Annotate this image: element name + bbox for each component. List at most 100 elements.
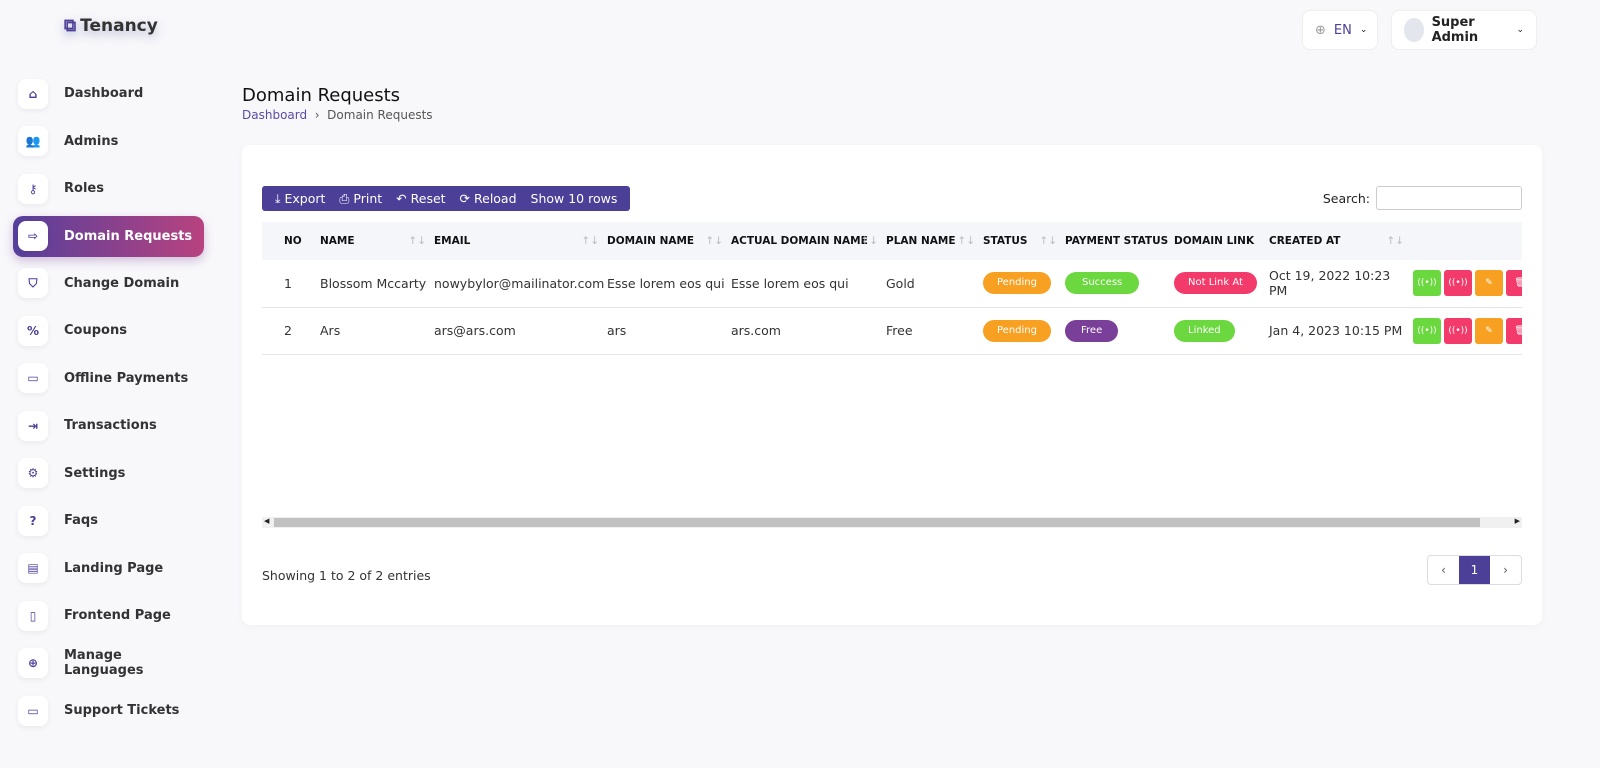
page-1-button[interactable]: 1 [1459, 556, 1490, 584]
domain-link-badge: Linked [1174, 319, 1235, 342]
status-badge: Pending [983, 272, 1051, 295]
sidebar-item-domain-requests[interactable]: ⇨ Domain Requests [13, 215, 204, 257]
home-icon: ⌂ [18, 78, 48, 109]
table-row: 1 Blossom Mccarty nowybylor@mailinator.c… [262, 260, 1522, 308]
export-button[interactable]: ⤓ Export [268, 191, 332, 207]
cell-domain: ars [607, 307, 731, 355]
credit-card-icon: ▭ [18, 363, 48, 394]
sidebar-item-label: Transactions [64, 418, 157, 434]
column-header[interactable]: PLAN NAME ↑↓ [886, 222, 983, 260]
connect-button[interactable]: ((•)) [1413, 270, 1441, 297]
sidebar-item-label: Settings [64, 465, 126, 481]
disconnect-button[interactable]: ((•)) [1444, 270, 1472, 297]
column-header[interactable]: ACTUAL DOMAIN NAME ↑↓ [731, 222, 886, 260]
search: Search: [1323, 186, 1522, 210]
sidebar-item-transactions[interactable]: ⇥ Transactions [13, 402, 204, 450]
column-header[interactable]: ACTION [1412, 222, 1522, 260]
sidebar-item-label: Manage Languages [64, 648, 144, 679]
column-header[interactable]: DOMAIN LINK [1174, 222, 1269, 260]
sidebar-item-label: Faqs [64, 513, 98, 529]
sidebar-item-dashboard[interactable]: ⌂ Dashboard [13, 70, 204, 118]
globe-icon: ⊕ [1315, 22, 1326, 38]
column-header[interactable]: CREATED AT ↑↓ [1269, 222, 1412, 260]
language-selector[interactable]: ⊕ EN ⌄ [1302, 10, 1378, 50]
sidebar-item-label: Landing Page [64, 560, 164, 576]
cell-plan: Free [886, 307, 983, 355]
horizontal-scrollbar[interactable]: ◀ ▶ [262, 517, 1522, 528]
connect-button[interactable]: ((•)) [1413, 317, 1441, 344]
cell-created-at: Oct 19, 2022 10:23 PM [1269, 260, 1412, 308]
sidebar-item-frontend-page[interactable]: ▯ Frontend Page [13, 592, 204, 640]
cell-actual-domain: Esse lorem eos qui [731, 260, 886, 308]
search-input[interactable] [1376, 186, 1522, 210]
reset-button[interactable]: ↶ Reset [389, 191, 452, 206]
sidebar-item-admins[interactable]: 👥 Admins [13, 118, 204, 166]
cell-name: Blossom Mccarty [320, 260, 434, 308]
chevron-down-icon: ⌄ [1516, 25, 1524, 35]
sidebar-item-roles[interactable]: ⚷ Roles [13, 165, 204, 213]
question-icon: ? [18, 505, 48, 536]
sidebar-item-settings[interactable]: ⚙ Settings [13, 450, 204, 498]
sidebar-item-faqs[interactable]: ? Faqs [13, 497, 204, 545]
table-row: 2 Ars ars@ars.com ars ars.com Free Pendi… [262, 307, 1522, 355]
sidebar-item-offline-payments[interactable]: ▭ Offline Payments [13, 355, 204, 403]
edit-button[interactable]: ✎ [1475, 317, 1503, 344]
domain-link-badge: Not Link At [1174, 272, 1257, 295]
key-icon: ⚷ [18, 173, 48, 204]
table-toolbar: ⤓ Export ⎙ Print ↶ Reset ⟳ Reload Show 1… [262, 186, 631, 211]
cell-name: Ars [320, 307, 434, 355]
prev-page-button[interactable]: ‹ [1428, 556, 1459, 584]
column-header[interactable]: PAYMENT STATUS [1065, 222, 1174, 260]
breadcrumb: Dashboard › Domain Requests [242, 108, 433, 122]
sidebar-item-label: Change Domain [64, 275, 180, 291]
arrow-right-icon: ⇨ [18, 221, 48, 251]
sidebar: ⌂ Dashboard 👥 Admins ⚷ Roles ⇨ Domain Requests ⛉… [13, 70, 204, 735]
sidebar-item-label: Frontend Page [64, 608, 171, 624]
domain-requests-table: NO NAME ↑↓ EMAIL ↑↓ DOMAIN NAME ↑↓ ACTUAL DOMAI… [262, 222, 1522, 355]
sidebar-item-change-domain[interactable]: ⛉ Change Domain [13, 260, 204, 308]
edit-button[interactable]: ✎ [1475, 270, 1503, 297]
sidebar-item-support-tickets[interactable]: ▭ Support Tickets [13, 687, 204, 735]
percent-icon: % [18, 315, 48, 346]
sidebar-item-coupons[interactable]: % Coupons [13, 307, 204, 355]
status-badge: Pending [983, 319, 1051, 342]
column-header[interactable]: DOMAIN NAME ↑↓ [607, 222, 731, 260]
brand-logo[interactable]: ⧉ Tenancy [64, 16, 158, 36]
cell-domain: Esse lorem eos qui [607, 260, 731, 308]
users-icon: 👥 [18, 126, 48, 157]
clipboard-icon: ▤ [18, 553, 48, 584]
pagination: ‹ 1 › [1427, 555, 1522, 585]
sidebar-item-label: Offline Payments [64, 370, 189, 386]
column-header[interactable]: EMAIL ↑↓ [434, 222, 607, 260]
page-title: Domain Requests [242, 85, 401, 106]
cell-created-at: Jan 4, 2023 10:15 PM [1269, 307, 1412, 355]
shield-icon: ⛉ [18, 268, 48, 299]
column-header[interactable]: NAME ↑↓ [320, 222, 434, 260]
column-header[interactable]: NO [262, 222, 320, 260]
cell-email: ars@ars.com [434, 307, 607, 355]
sidebar-item-label: Dashboard [64, 86, 144, 102]
reload-button[interactable]: ⟳ Reload [453, 191, 524, 206]
show-rows-button[interactable]: Show 10 rows [524, 191, 625, 206]
cell-plan: Gold [886, 260, 983, 308]
avatar [1404, 18, 1424, 42]
logo-icon: ⧉ [64, 16, 77, 36]
print-button[interactable]: ⎙ Print [332, 191, 389, 207]
chevron-down-icon: ⌄ [1359, 25, 1368, 35]
delete-button[interactable]: 🗑 [1506, 317, 1522, 344]
sidebar-item-manage-languages[interactable]: ⊕ Manage Languages [13, 640, 204, 688]
sidebar-item-label: Coupons [64, 323, 127, 339]
disconnect-button[interactable]: ((•)) [1444, 317, 1472, 344]
sidebar-item-landing-page[interactable]: ▤ Landing Page [13, 545, 204, 593]
delete-button[interactable]: 🗑 [1506, 270, 1522, 297]
user-menu[interactable]: Super Admin ⌄ [1391, 10, 1537, 50]
payment-status-badge: Success [1065, 272, 1140, 295]
next-page-button[interactable]: › [1490, 556, 1521, 584]
column-header[interactable]: STATUS ↑↓ [983, 222, 1065, 260]
cell-actual-domain: ars.com [731, 307, 886, 355]
sidebar-item-label: Roles [64, 181, 104, 197]
ticket-icon: ▭ [18, 695, 48, 726]
breadcrumb-dashboard[interactable]: Dashboard [242, 108, 307, 122]
sidebar-item-label: Admins [64, 133, 119, 149]
gear-icon: ⚙ [18, 458, 48, 489]
